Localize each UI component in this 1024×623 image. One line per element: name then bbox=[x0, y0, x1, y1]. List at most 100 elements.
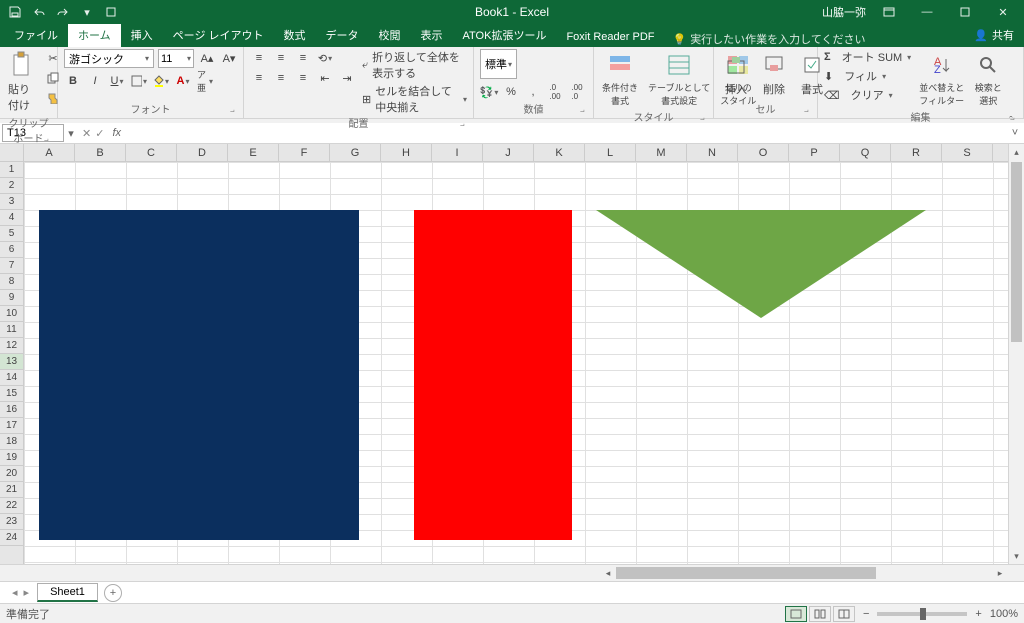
italic-button[interactable]: I bbox=[86, 72, 104, 90]
vertical-scrollbar[interactable]: ▴ ▾ bbox=[1008, 144, 1024, 564]
column-header[interactable]: F bbox=[279, 144, 330, 161]
touch-mode-icon[interactable] bbox=[104, 5, 118, 19]
row-header[interactable]: 15 bbox=[0, 386, 23, 402]
zoom-level[interactable]: 100% bbox=[990, 608, 1018, 620]
row-header[interactable]: 3 bbox=[0, 194, 23, 210]
row-header[interactable]: 14 bbox=[0, 370, 23, 386]
column-header[interactable]: Q bbox=[840, 144, 891, 161]
column-header[interactable]: I bbox=[432, 144, 483, 161]
undo-icon[interactable] bbox=[32, 5, 46, 19]
row-header[interactable]: 17 bbox=[0, 418, 23, 434]
column-header[interactable]: J bbox=[483, 144, 534, 161]
zoom-in-button[interactable]: + bbox=[975, 608, 981, 620]
row-header[interactable]: 22 bbox=[0, 498, 23, 514]
font-name-select[interactable]: 游ゴシック▾ bbox=[64, 49, 154, 68]
tab-view[interactable]: 表示 bbox=[411, 23, 453, 47]
tab-formulas[interactable]: 数式 bbox=[274, 23, 316, 47]
row-header[interactable]: 1 bbox=[0, 162, 23, 178]
autosum-button[interactable]: Σ オート SUM▾ bbox=[824, 49, 911, 65]
scroll-left-icon[interactable]: ◂ bbox=[600, 565, 616, 581]
zoom-out-button[interactable]: − bbox=[863, 608, 869, 620]
row-header[interactable]: 19 bbox=[0, 450, 23, 466]
format-as-table-button[interactable]: テーブルとして 書式設定 bbox=[646, 49, 712, 109]
increase-font-icon[interactable]: A▴ bbox=[198, 50, 216, 68]
merge-center-button[interactable]: ⊞セルを結合して中央揃え▾ bbox=[362, 83, 467, 115]
font-size-select[interactable]: 11▾ bbox=[158, 49, 194, 68]
border-icon[interactable]: ▾ bbox=[130, 72, 148, 90]
align-middle-icon[interactable]: ≡ bbox=[272, 49, 290, 67]
column-header[interactable]: S bbox=[942, 144, 993, 161]
share-button[interactable]: 👤共有 bbox=[964, 23, 1024, 47]
shape-rectangle-red[interactable] bbox=[414, 210, 572, 540]
row-header[interactable]: 16 bbox=[0, 402, 23, 418]
normal-view-button[interactable] bbox=[785, 606, 807, 622]
tab-foxit[interactable]: Foxit Reader PDF bbox=[556, 27, 664, 47]
row-header[interactable]: 2 bbox=[0, 178, 23, 194]
tab-review[interactable]: 校閲 bbox=[369, 23, 411, 47]
row-header[interactable]: 7 bbox=[0, 258, 23, 274]
enter-formula-icon[interactable]: ✓ bbox=[95, 127, 104, 140]
cells[interactable] bbox=[24, 162, 1008, 564]
scroll-thumb[interactable] bbox=[616, 567, 876, 579]
tab-atok[interactable]: ATOK拡張ツール bbox=[453, 23, 557, 47]
wrap-text-button[interactable]: ⤶折り返して全体を表示する bbox=[362, 49, 467, 81]
column-header[interactable]: H bbox=[381, 144, 432, 161]
column-header[interactable]: A bbox=[24, 144, 75, 161]
clear-button[interactable]: ⌫ クリア▾ bbox=[824, 87, 911, 103]
font-color-icon[interactable]: A▾ bbox=[174, 72, 192, 90]
column-header[interactable]: M bbox=[636, 144, 687, 161]
save-icon[interactable] bbox=[8, 5, 22, 19]
bold-button[interactable]: B bbox=[64, 72, 82, 90]
column-header[interactable]: O bbox=[738, 144, 789, 161]
decrease-indent-icon[interactable]: ⇤ bbox=[316, 69, 334, 87]
scroll-up-icon[interactable]: ▴ bbox=[1009, 144, 1024, 160]
conditional-format-button[interactable]: 条件付き 書式 bbox=[600, 49, 640, 109]
sort-filter-button[interactable]: AZ並べ替えと フィルター bbox=[917, 49, 966, 109]
align-center-icon[interactable]: ≡ bbox=[272, 69, 290, 87]
number-format-select[interactable]: 標準▾ bbox=[480, 49, 517, 79]
user-name[interactable]: 山脇一弥 bbox=[822, 4, 866, 20]
fill-button[interactable]: ⬇ フィル▾ bbox=[824, 68, 911, 84]
expand-formula-icon[interactable]: ˅ bbox=[1006, 127, 1024, 139]
tab-insert[interactable]: 挿入 bbox=[121, 23, 163, 47]
close-icon[interactable]: ✕ bbox=[988, 2, 1018, 22]
column-header[interactable]: L bbox=[585, 144, 636, 161]
row-header[interactable]: 24 bbox=[0, 530, 23, 546]
row-header[interactable]: 10 bbox=[0, 306, 23, 322]
row-header[interactable]: 13 bbox=[0, 354, 23, 370]
row-header[interactable]: 18 bbox=[0, 434, 23, 450]
qat-customize-icon[interactable]: ▾ bbox=[80, 5, 94, 19]
decrease-font-icon[interactable]: A▾ bbox=[220, 50, 238, 68]
phonetic-icon[interactable]: ア亜▾ bbox=[196, 72, 214, 90]
percent-icon[interactable]: % bbox=[502, 83, 520, 101]
column-header[interactable]: E bbox=[228, 144, 279, 161]
sheet-nav-next-icon[interactable]: ▸ bbox=[24, 586, 30, 599]
tab-data[interactable]: データ bbox=[316, 23, 369, 47]
scroll-down-icon[interactable]: ▾ bbox=[1009, 548, 1024, 564]
row-header[interactable]: 11 bbox=[0, 322, 23, 338]
decrease-decimal-icon[interactable]: .00.0 bbox=[568, 83, 586, 101]
insert-cells-button[interactable]: 挿入 bbox=[720, 49, 752, 99]
increase-indent-icon[interactable]: ⇥ bbox=[338, 69, 356, 87]
page-break-view-button[interactable] bbox=[833, 606, 855, 622]
increase-decimal-icon[interactable]: .0.00 bbox=[546, 83, 564, 101]
row-headers[interactable]: 123456789101112131415161718192021222324 bbox=[0, 162, 24, 564]
align-left-icon[interactable]: ≡ bbox=[250, 69, 268, 87]
scroll-thumb[interactable] bbox=[1011, 162, 1022, 342]
sheet-nav-prev-icon[interactable]: ◂ bbox=[12, 586, 18, 599]
tab-file[interactable]: ファイル bbox=[4, 23, 68, 47]
row-header[interactable]: 4 bbox=[0, 210, 23, 226]
row-header[interactable]: 21 bbox=[0, 482, 23, 498]
tab-pagelayout[interactable]: ページ レイアウト bbox=[163, 23, 274, 47]
row-header[interactable]: 5 bbox=[0, 226, 23, 242]
column-header[interactable]: K bbox=[534, 144, 585, 161]
tab-home[interactable]: ホーム bbox=[68, 23, 121, 47]
fill-color-icon[interactable]: ▾ bbox=[152, 72, 170, 90]
orientation-icon[interactable]: ⟲▾ bbox=[316, 49, 334, 67]
column-headers[interactable]: ABCDEFGHIJKLMNOPQRS bbox=[24, 144, 1008, 162]
horizontal-scrollbar[interactable]: ◂ ▸ bbox=[600, 565, 1008, 581]
column-header[interactable]: R bbox=[891, 144, 942, 161]
zoom-slider[interactable] bbox=[877, 612, 967, 616]
row-header[interactable]: 23 bbox=[0, 514, 23, 530]
worksheet-grid[interactable]: ABCDEFGHIJKLMNOPQRS 12345678910111213141… bbox=[0, 144, 1024, 564]
